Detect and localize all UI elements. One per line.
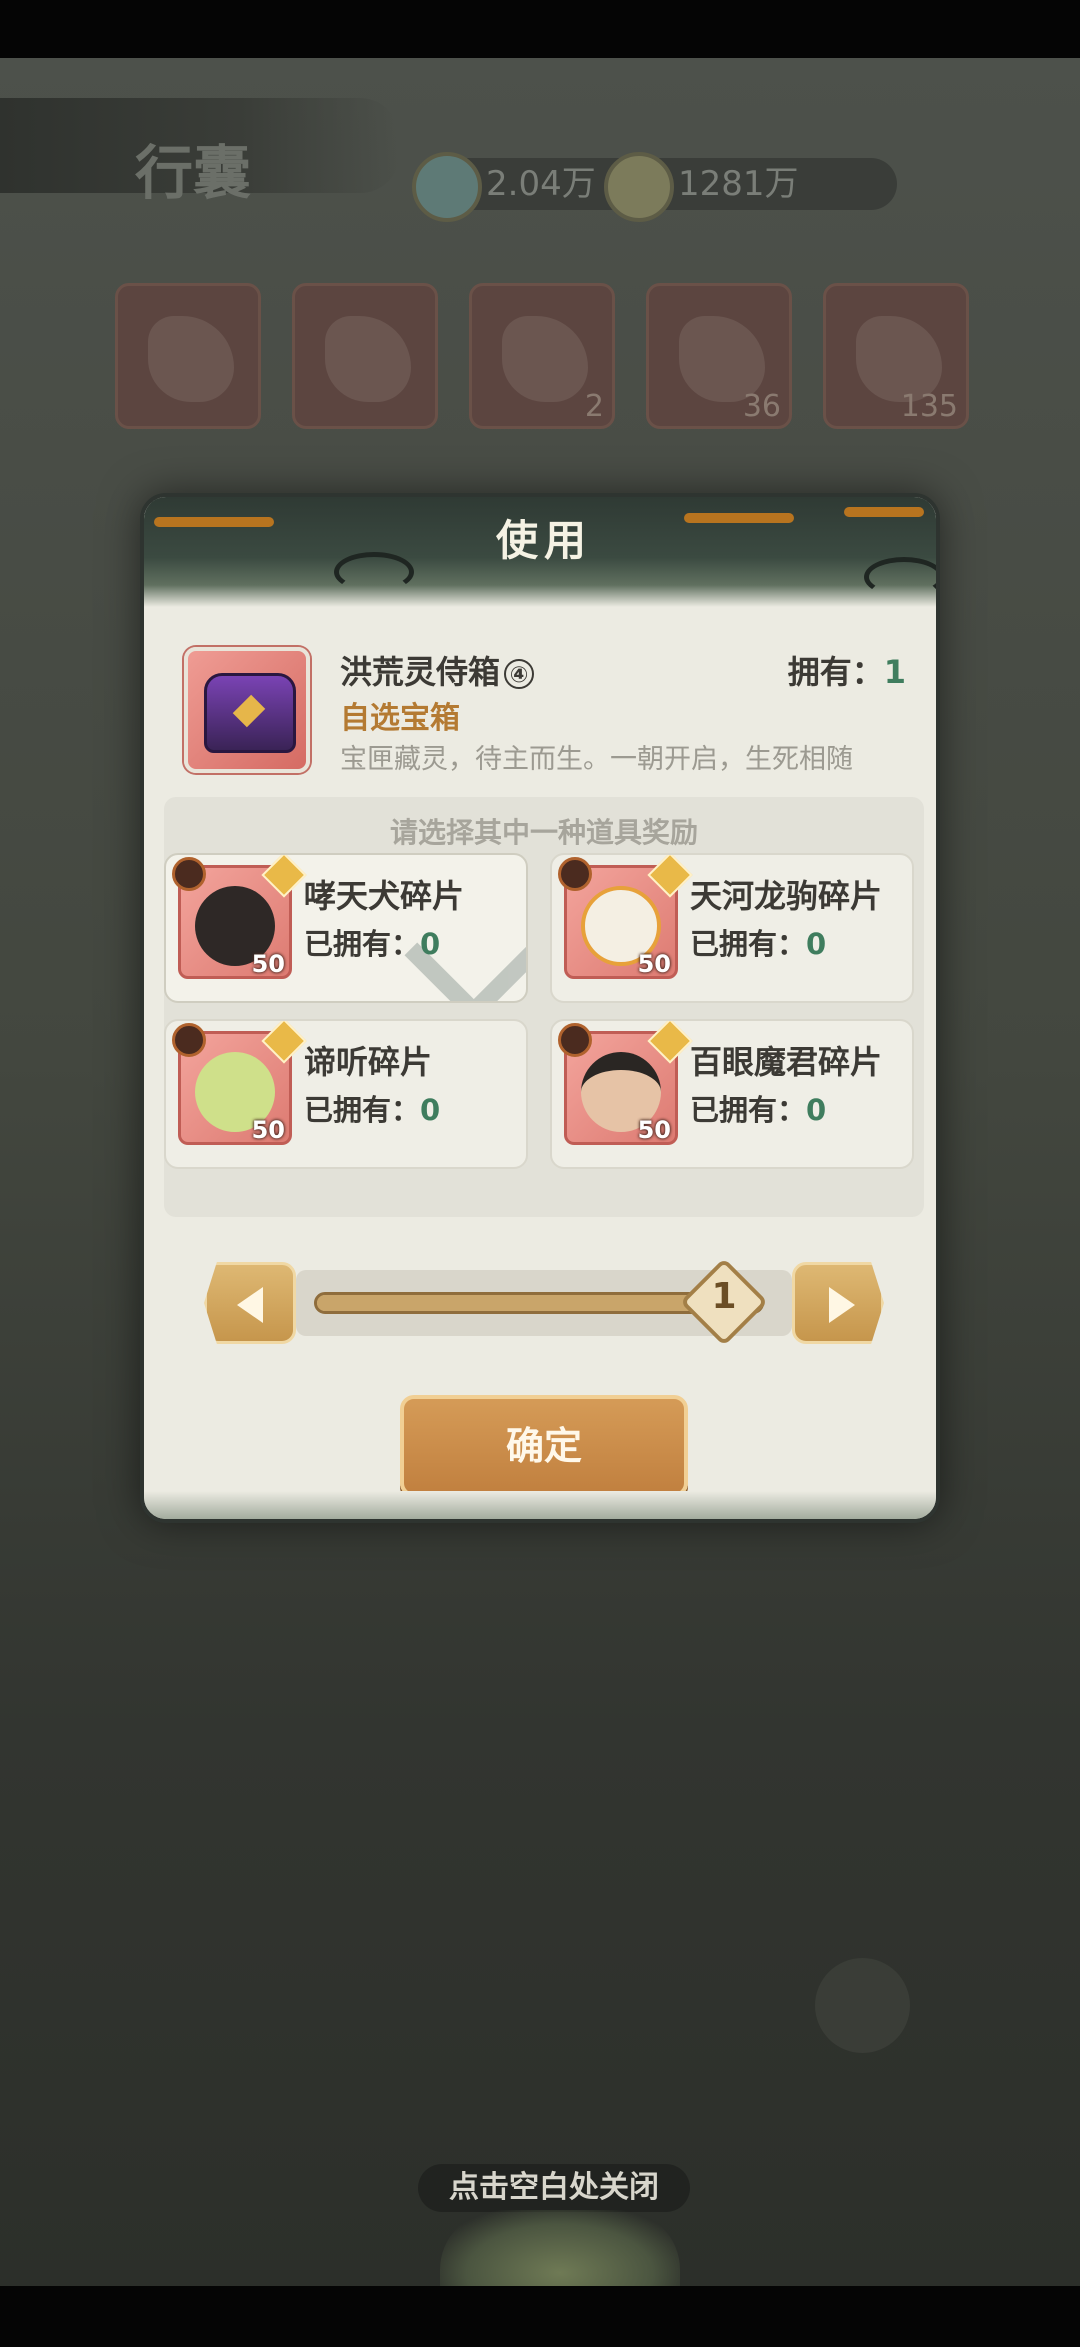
item-name-text: 洪荒灵侍箱 [340, 653, 501, 691]
increase-button[interactable] [792, 1262, 884, 1344]
fragment-icon [558, 1023, 592, 1057]
dialog-footer [144, 1491, 936, 1519]
jade-coin-icon [412, 152, 482, 222]
item-grade-badge: ④ [504, 659, 535, 689]
owned-value: 0 [806, 1093, 827, 1127]
reward-owned: 已拥有：0 [690, 921, 826, 963]
treasure-chest-item [184, 647, 310, 773]
currency-2-value: 1281万 [678, 164, 799, 204]
currency-2: 1281万 [604, 152, 897, 222]
currency-1-value: 2.04万 [486, 164, 596, 204]
reward-owned: 已拥有：0 [690, 1087, 826, 1129]
navigation-bar [0, 2286, 1080, 2347]
quantity-slider: 1 [204, 1257, 884, 1347]
decrease-button[interactable] [204, 1262, 296, 1344]
reward-card-diting[interactable]: 50 谛听碎片 已拥有：0 [164, 1019, 528, 1169]
owned-value: 0 [420, 1093, 441, 1127]
item-type: 自选宝箱 [340, 701, 460, 736]
round-button[interactable] [815, 1958, 910, 2053]
fragment-icon [558, 857, 592, 891]
owned-label: 拥有： [787, 653, 884, 691]
reward-name: 天河龙驹碎片 [690, 877, 883, 915]
reward-card-baiyan-mojun[interactable]: 50 百眼魔君碎片 已拥有：0 [550, 1019, 914, 1169]
choice-title: 请选择其中一种道具奖励 [389, 816, 698, 849]
reward-owned: 已拥有：0 [304, 921, 440, 963]
inventory-slot[interactable] [292, 283, 438, 429]
slot-count: 36 [742, 389, 781, 424]
reward-qty: 50 [251, 1116, 285, 1144]
item-icon [148, 316, 234, 402]
owned-value: 0 [806, 927, 827, 961]
reward-owned: 已拥有：0 [304, 1087, 440, 1129]
slot-count: 135 [900, 389, 958, 424]
use-item-dialog: 使用 洪荒灵侍箱 ④ 拥有：1 自选宝箱 宝匣藏灵，待主而生。一朝开启，生死相随 … [140, 493, 940, 1523]
inventory-title: 行囊 [135, 139, 252, 207]
fragment-icon [172, 857, 206, 891]
dialog-title: 使用 [495, 516, 592, 565]
copper-coin-icon [604, 152, 674, 222]
inventory-slot[interactable] [115, 283, 261, 429]
item-icon [502, 316, 588, 402]
inventory-slot[interactable]: 2 [469, 283, 615, 429]
slider-value: 1 [711, 1276, 737, 1317]
item-owned: 拥有：1 [788, 647, 906, 693]
reward-qty: 50 [637, 1116, 671, 1144]
item-icon [325, 316, 411, 402]
owned-value: 0 [420, 927, 441, 961]
inventory-slot[interactable]: 135 [823, 283, 969, 429]
owned-label: 已拥有： [304, 1093, 421, 1127]
reward-card-tianhe-longju[interactable]: 50 天河龙驹碎片 已拥有：0 [550, 853, 914, 1003]
item-description: 宝匣藏灵，待主而生。一朝开启，生死相随 [340, 744, 853, 775]
arrow-right-icon [829, 1287, 855, 1323]
owned-label: 已拥有： [304, 927, 421, 961]
reward-qty: 50 [251, 950, 285, 978]
reward-name: 哮天犬碎片 [304, 877, 465, 915]
arrow-left-icon [237, 1287, 263, 1323]
close-hint[interactable]: 点击空白处关闭 [418, 2164, 690, 2212]
reward-card-xiaotianquan[interactable]: 50 哮天犬碎片 已拥有：0 [164, 853, 528, 1003]
inventory-slot[interactable]: 36 [646, 283, 792, 429]
confirm-button[interactable]: 确定 [400, 1395, 688, 1497]
owned-label: 已拥有： [690, 927, 807, 961]
status-bar [0, 0, 1080, 58]
reward-qty: 50 [637, 950, 671, 978]
reward-name: 谛听碎片 [304, 1043, 433, 1081]
dialog-header: 使用 [144, 497, 936, 607]
chest-icon [204, 673, 296, 753]
owned-label: 已拥有： [690, 1093, 807, 1127]
slot-count: 2 [584, 389, 604, 424]
fragment-icon [172, 1023, 206, 1057]
reward-choice-panel: 请选择其中一种道具奖励 50 哮天犬碎片 已拥有：0 50 天河龙驹碎片 已拥有… [164, 797, 924, 1217]
item-name: 洪荒灵侍箱 ④ [340, 647, 535, 693]
reward-name: 百眼魔君碎片 [690, 1043, 883, 1081]
gem-icon [232, 694, 266, 728]
owned-value: 1 [883, 653, 906, 691]
